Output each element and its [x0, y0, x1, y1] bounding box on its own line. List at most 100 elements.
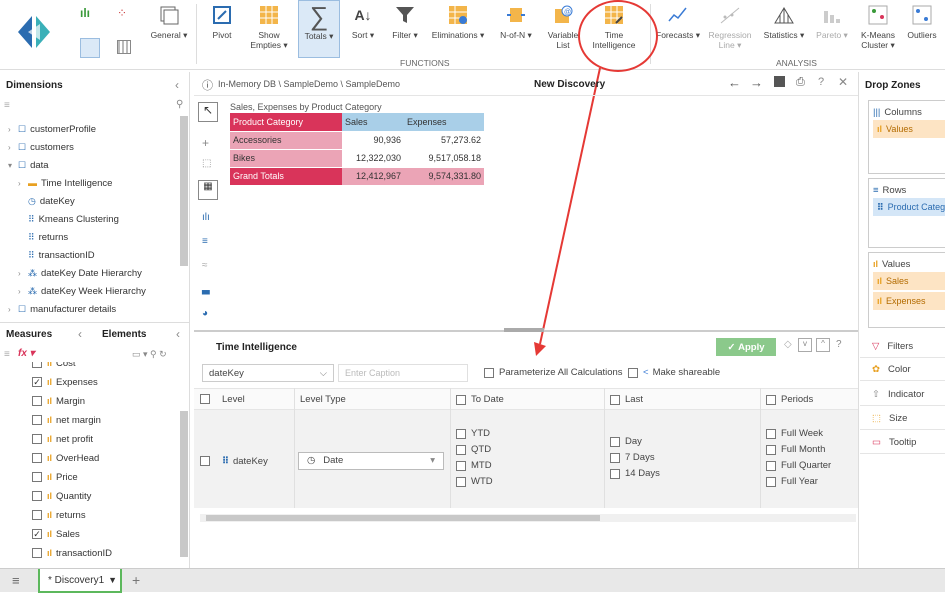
- formula-icon[interactable]: fx ▾: [18, 348, 35, 359]
- scrollbar[interactable]: [180, 411, 188, 557]
- list-icon[interactable]: ≡: [4, 100, 10, 111]
- chevron-right-icon[interactable]: ›: [18, 287, 28, 296]
- rows-zone[interactable]: ≡Rows ⠿Product Category: [868, 178, 945, 248]
- sort-button[interactable]: A↓ Sort ▾: [346, 0, 380, 58]
- size-zone[interactable]: ⬚ Size: [860, 408, 945, 430]
- dimension-item[interactable]: › ⁂ dateKey Week Hierarchy: [18, 282, 146, 300]
- dimension-item[interactable]: › ▬ Time Intelligence: [18, 174, 112, 192]
- collapse-left-icon[interactable]: ‹: [78, 327, 82, 341]
- collapse-icon[interactable]: ‹: [176, 327, 180, 341]
- pie-chart-icon[interactable]: ◕: [202, 308, 208, 319]
- pareto-button[interactable]: Pareto ▾: [812, 0, 852, 58]
- chevron-right-icon[interactable]: ›: [8, 305, 18, 314]
- forecasts-button[interactable]: Forecasts ▾: [654, 0, 702, 58]
- values-zone[interactable]: ıl Values ıl Sales ıl Expenses: [868, 252, 945, 328]
- checkbox[interactable]: ✓: [32, 377, 42, 387]
- back-icon[interactable]: ←: [728, 75, 741, 90]
- row-label[interactable]: Bikes: [230, 149, 342, 168]
- checkbox[interactable]: [766, 444, 776, 455]
- table-view-icon[interactable]: ▦: [198, 180, 218, 200]
- checkbox[interactable]: [456, 444, 466, 455]
- measure-item[interactable]: ıl net profit: [32, 430, 93, 448]
- horizontal-scrollbar[interactable]: [200, 514, 856, 522]
- help-icon[interactable]: ?: [836, 339, 842, 350]
- checkbox[interactable]: [456, 428, 466, 439]
- save-icon[interactable]: [774, 76, 785, 87]
- checkbox[interactable]: [610, 394, 620, 405]
- search-icon[interactable]: ⚲: [176, 99, 183, 110]
- values-item[interactable]: ıl Sales: [873, 272, 945, 290]
- pivot-button[interactable]: Pivot: [204, 0, 240, 58]
- dimension-item[interactable]: › ⁂ dateKey Date Hierarchy: [18, 264, 142, 282]
- checkbox[interactable]: [456, 460, 466, 471]
- chevron-right-icon[interactable]: ›: [8, 125, 18, 134]
- shareable-checkbox[interactable]: < Make shareable: [628, 367, 720, 378]
- area-chart-icon[interactable]: ▃: [202, 284, 210, 295]
- columns-zone[interactable]: ||| Columns ıl Values: [868, 100, 945, 174]
- list-icon[interactable]: ≡: [4, 349, 10, 360]
- checkbox[interactable]: [766, 394, 776, 405]
- checkbox[interactable]: [456, 394, 466, 405]
- checkbox[interactable]: [32, 472, 42, 482]
- forward-icon[interactable]: →: [750, 75, 763, 90]
- bar-chart-icon[interactable]: ≡: [202, 236, 208, 247]
- show-empties-button[interactable]: Show Empties ▾: [246, 0, 292, 58]
- checkbox[interactable]: [766, 460, 776, 471]
- scrollbar-thumb[interactable]: [206, 515, 600, 521]
- caption-input[interactable]: Enter Caption: [338, 364, 468, 382]
- chevron-right-icon[interactable]: ›: [8, 143, 18, 152]
- variable-list-button[interactable]: @ Variable List: [544, 0, 582, 58]
- bar-chart-icon[interactable]: ılı: [80, 6, 100, 26]
- measure-item[interactable]: ✓ ıl Sales: [32, 525, 80, 543]
- chevron-up-icon[interactable]: ^: [816, 338, 830, 352]
- header-expenses[interactable]: Expenses: [404, 113, 484, 132]
- cell-sales[interactable]: 12,322,030: [342, 149, 404, 168]
- option-item[interactable]: QTD: [456, 444, 491, 455]
- measure-item[interactable]: ıl Margin: [32, 392, 85, 410]
- rows-item[interactable]: ⠿Product Category: [873, 198, 945, 216]
- chevron-right-icon[interactable]: ›: [18, 269, 28, 278]
- dimension-item[interactable]: ⠿ transactionID: [18, 246, 95, 264]
- n-of-n-button[interactable]: N-of-N ▾: [494, 0, 538, 58]
- close-icon[interactable]: ✕: [838, 75, 848, 89]
- measure-item[interactable]: ıl Quantity: [32, 487, 91, 505]
- info-icon[interactable]: ⓘ: [202, 77, 213, 93]
- chevron-down-icon[interactable]: v: [798, 338, 812, 352]
- option-item[interactable]: Full Month: [766, 444, 825, 455]
- discovery-tab[interactable]: * Discovery1 ▼: [38, 569, 122, 593]
- parameterize-checkbox[interactable]: Parameterize All Calculations: [484, 367, 623, 378]
- totals-sales[interactable]: 12,412,967: [342, 167, 404, 186]
- checkbox[interactable]: [456, 476, 466, 487]
- totals-expenses[interactable]: 9,574,331.80: [404, 167, 484, 186]
- row-label[interactable]: Accessories: [230, 131, 342, 150]
- option-item[interactable]: Full Year: [766, 476, 818, 487]
- tab-measures[interactable]: Measures: [6, 329, 52, 340]
- tooltip-zone[interactable]: ▭ Tooltip: [860, 432, 945, 454]
- measure-item[interactable]: ıl net margin: [32, 411, 101, 429]
- cell-expenses[interactable]: 57,273.62: [404, 131, 484, 150]
- grid-icon[interactable]: [117, 40, 131, 54]
- cell-sales[interactable]: 90,936: [342, 131, 404, 150]
- plus-icon[interactable]: +: [202, 136, 209, 150]
- map-icon[interactable]: [80, 38, 100, 58]
- apply-button[interactable]: ✓ Apply: [716, 338, 776, 356]
- select-all-checkbox[interactable]: [200, 394, 215, 404]
- checkbox[interactable]: [610, 452, 620, 463]
- option-item[interactable]: 14 Days: [610, 468, 660, 479]
- columns-item[interactable]: ıl Values: [873, 120, 945, 138]
- collapse-icon[interactable]: ‹: [175, 78, 179, 92]
- option-item[interactable]: 7 Days: [610, 452, 655, 463]
- dimension-item[interactable]: ⠿ returns: [18, 228, 68, 246]
- filters-zone[interactable]: ▽ Filters: [860, 336, 945, 358]
- print-icon[interactable]: ⎙: [796, 76, 805, 89]
- color-zone[interactable]: ✿ Color: [860, 359, 945, 381]
- checkbox[interactable]: [484, 367, 494, 378]
- measure-item[interactable]: ✓ ıl Expenses: [32, 373, 98, 391]
- dimension-item[interactable]: › ☐ manufacturer details: [8, 300, 116, 316]
- checkbox[interactable]: [32, 415, 42, 425]
- regression-button[interactable]: Regression Line ▾: [706, 0, 754, 58]
- header-sales[interactable]: Sales: [342, 113, 404, 132]
- measure-item[interactable]: ıl returns: [32, 506, 86, 524]
- column-chart-icon[interactable]: ılı: [202, 212, 210, 223]
- eliminations-button[interactable]: Eliminations ▾: [428, 0, 488, 58]
